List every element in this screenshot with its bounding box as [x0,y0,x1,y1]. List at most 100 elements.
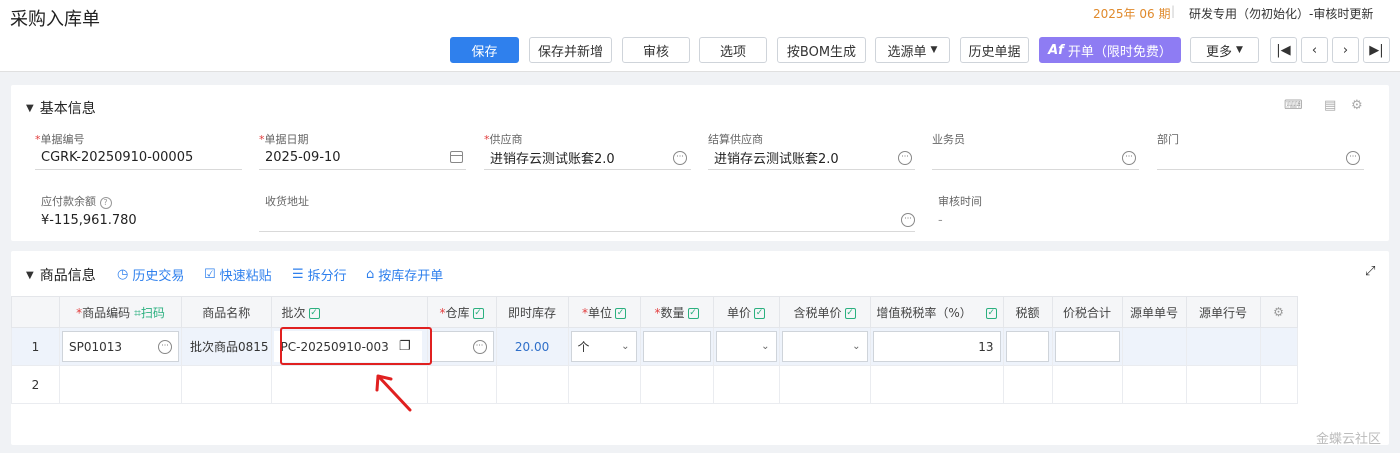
divider: | [1171,4,1176,18]
table-row[interactable]: 1 SP01013 ··· 批次商品0815 PC-20250910-003 ❐ ·… [11,327,1298,366]
more-icon[interactable]: ··· [158,340,172,354]
first-icon: |◀ [1276,42,1291,58]
history-button[interactable]: 历史单据 [960,37,1029,63]
more-icon[interactable]: ··· [1346,151,1360,165]
src-no-cell [1121,327,1187,366]
col-tax-price: 含税单价 ✓ [778,296,871,328]
address-field[interactable] [259,208,915,232]
history-trade-link[interactable]: ◷ 历史交易 [117,265,184,284]
col-src-no: 源单单号 [1121,296,1187,328]
col-index [11,296,60,328]
tax-price-cell[interactable]: ⌄ [778,327,871,366]
table-row[interactable]: 2 [11,365,1298,404]
scan-icon[interactable]: ⌗扫码 [134,306,165,320]
print-settings-icon[interactable]: ▤ [1324,98,1336,113]
qty-cell[interactable] [639,327,714,366]
more-icon[interactable]: ··· [898,151,912,165]
chevron-down-icon: ▼ [930,45,938,55]
options-button[interactable]: 选项 [699,37,767,63]
kaidan-label: 开单（限时免费） [1067,44,1172,60]
price-cell[interactable]: ⌄ [712,327,780,366]
name-cell: 批次商品0815 [181,327,272,366]
basic-info-title: 基本信息 [39,101,96,117]
col-qty: *数量 ✓ [639,296,714,328]
more-icon[interactable]: ··· [472,340,487,354]
quick-paste-link[interactable]: ☑ 快速粘贴 [204,265,272,284]
checkbox-icon: ✓ [687,307,699,319]
chevron-down-icon: ▼ [1236,45,1243,55]
next-record-button[interactable]: › [1332,37,1359,63]
ai-logo-icon: Af [1048,42,1064,58]
checkbox-icon: ✓ [754,307,766,319]
next-icon: › [1342,42,1349,58]
code-cell[interactable]: SP01013 ··· [59,327,182,366]
tax-rate-cell[interactable]: 13 [869,327,1004,366]
kaidan-button[interactable]: Af 开单（限时免费） [1039,37,1181,63]
col-price: 单价 ✓ [712,296,780,328]
table-header-row: *商品编码 ⌗扫码 商品名称 批次 ✓ *仓库 ✓ 即时库存 *单位 ✓ *数量 ✓ 单价… [11,296,1298,328]
bill-date-label: *单据日期 [259,133,309,146]
unit-cell[interactable]: 个 ⌄ [567,327,641,366]
collapse-icon: ▼ [26,269,34,281]
col-unit: *单位 ✓ [567,296,641,328]
more-icon[interactable]: ··· [673,151,687,165]
goods-header[interactable]: ▼ 商品信息 [26,265,96,285]
paste-icon: ☑ [204,267,216,282]
page-title: 采购入库单 [10,9,100,30]
tax-cell[interactable] [1002,327,1053,366]
col-settings[interactable]: ⚙ [1259,296,1298,328]
select-source-button[interactable]: 选源单 ▼ [875,37,950,63]
last-record-button[interactable]: ▶| [1363,37,1390,63]
code-input: SP01013 ··· [62,331,179,362]
audit-button[interactable]: 审核 [622,37,690,63]
goods-title: 商品信息 [39,268,96,284]
keyboard-icon[interactable]: ⌨ [1284,98,1303,113]
bill-date-field[interactable]: 2025-09-10 [259,146,466,170]
options-label: 选项 [719,44,746,60]
last-icon: ▶| [1369,42,1384,58]
more-button[interactable]: 更多 ▼ [1190,37,1259,63]
basic-info-header[interactable]: ▼ 基本信息 [26,98,96,118]
save-new-button[interactable]: 保存并新增 [529,37,612,63]
bill-no-field[interactable]: CGRK-20250910-00005 [35,146,242,170]
save-new-label: 保存并新增 [537,44,603,60]
org-label[interactable]: 研发专用（勿初始化）-审核时更新 [1189,5,1373,22]
payable-label: 应付款余额 ? [41,193,112,209]
audit-label: 审核 [642,44,669,60]
source-label: 选源单 [887,44,927,60]
more-icon[interactable]: ··· [1122,151,1136,165]
settle-supplier-field[interactable]: 进销存云测试账套2.0 [708,146,915,170]
address-label: 收货地址 [265,195,309,208]
payable-field: ¥-115,961.780 [41,212,137,228]
src-line-cell [1185,327,1261,366]
col-warehouse: *仓库 ✓ [426,296,497,328]
salesman-field[interactable] [932,146,1139,170]
split-row-link[interactable]: ☰ 拆分行 [292,265,347,284]
tax-price-select: ⌄ [781,331,868,362]
calendar-icon[interactable] [450,151,463,163]
warehouse-cell[interactable]: ··· [426,327,497,366]
checkbox-icon: ✓ [985,307,997,319]
by-stock-link[interactable]: ⌂ 按库存开单 [366,265,443,284]
settings-cell [1259,327,1298,366]
dept-label: 部门 [1157,133,1179,146]
col-code: *商品编码 ⌗扫码 [59,296,182,328]
prev-record-button[interactable]: ‹ [1301,37,1328,63]
total-cell[interactable] [1051,327,1123,366]
gear-icon[interactable]: ⚙ [1351,98,1363,113]
col-stock: 即时库存 [495,296,569,328]
watermark: 金蝶云社区 [1316,432,1382,447]
period-label[interactable]: 2025年 06 期 [1093,5,1170,22]
supplier-field[interactable]: 进销存云测试账套2.0 [484,146,691,170]
col-src-line: 源单行号 [1185,296,1261,328]
more-icon[interactable]: ··· [901,213,915,227]
goods-table: *商品编码 ⌗扫码 商品名称 批次 ✓ *仓库 ✓ 即时库存 *单位 ✓ *数量 ✓ 单价… [11,296,1298,404]
chevron-down-icon: ⌄ [621,341,630,352]
dept-field[interactable] [1157,146,1364,170]
fullscreen-icon[interactable]: ⤢ [1365,264,1375,279]
price-select: ⌄ [715,331,777,362]
bom-button[interactable]: 按BOM生成 [777,37,866,63]
collapse-icon: ▼ [26,102,34,114]
first-record-button[interactable]: |◀ [1270,37,1297,63]
save-button[interactable]: 保存 [450,37,519,63]
